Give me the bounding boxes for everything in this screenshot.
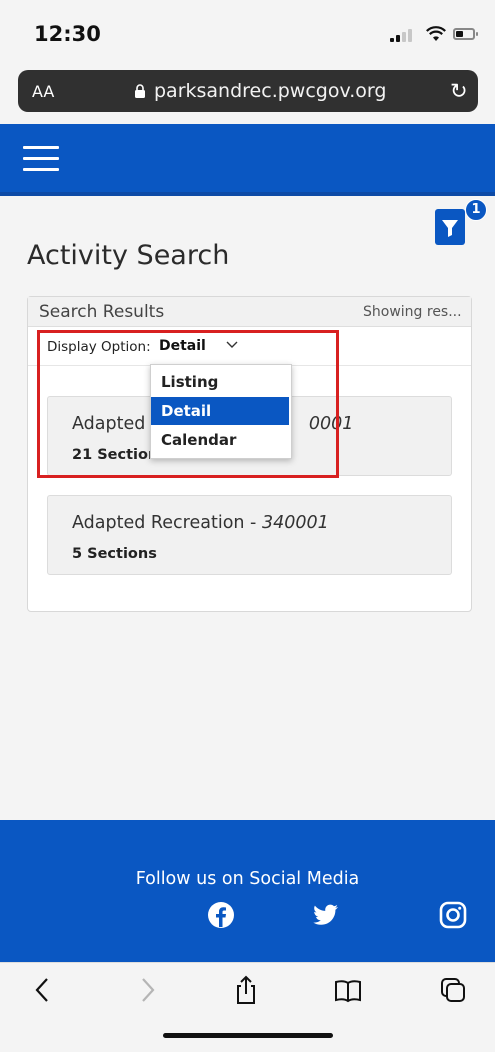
wifi-icon bbox=[426, 26, 446, 41]
reload-icon[interactable]: ↻ bbox=[450, 79, 468, 103]
url-text[interactable]: parksandrec.pwcgov.org bbox=[154, 80, 386, 102]
forward-icon[interactable] bbox=[132, 975, 162, 1005]
activity-item[interactable]: Adapted Recreation - 340001 5 Sections bbox=[47, 495, 452, 575]
page-title: Activity Search bbox=[27, 240, 230, 271]
results-heading: Search Results bbox=[39, 302, 165, 322]
showing-results-text: Showing res... bbox=[363, 304, 462, 320]
site-footer: Follow us on Social Media bbox=[0, 820, 495, 962]
menu-icon[interactable] bbox=[23, 142, 59, 174]
address-bar[interactable]: AA parksandrec.pwcgov.org ↻ bbox=[18, 70, 478, 112]
status-time: 12:30 bbox=[34, 22, 101, 46]
activity-title[interactable]: Adapted Recreation - 340001 bbox=[72, 513, 329, 533]
cellular-signal-icon bbox=[390, 28, 420, 42]
share-icon[interactable] bbox=[231, 975, 261, 1005]
highlight-box bbox=[37, 330, 339, 478]
site-header bbox=[0, 124, 495, 196]
bookmarks-icon[interactable] bbox=[333, 975, 363, 1005]
battery-icon bbox=[453, 28, 478, 40]
back-icon[interactable] bbox=[28, 975, 58, 1005]
facebook-icon[interactable] bbox=[206, 900, 236, 930]
lock-icon bbox=[135, 84, 145, 98]
filter-button[interactable] bbox=[435, 209, 465, 245]
results-header: Search Results Showing res... bbox=[28, 297, 471, 327]
tabs-icon[interactable] bbox=[438, 975, 468, 1005]
status-bar: 12:30 bbox=[0, 0, 495, 56]
filter-count-badge: 1 bbox=[465, 199, 487, 221]
text-size-button[interactable]: AA bbox=[32, 82, 54, 101]
filter-icon bbox=[442, 220, 458, 237]
follow-us-text: Follow us on Social Media bbox=[135, 869, 360, 889]
activity-sections: 5 Sections bbox=[72, 546, 157, 562]
twitter-icon[interactable] bbox=[310, 900, 340, 930]
home-indicator bbox=[163, 1033, 333, 1038]
instagram-icon[interactable] bbox=[438, 900, 468, 930]
browser-toolbar bbox=[0, 962, 495, 1052]
